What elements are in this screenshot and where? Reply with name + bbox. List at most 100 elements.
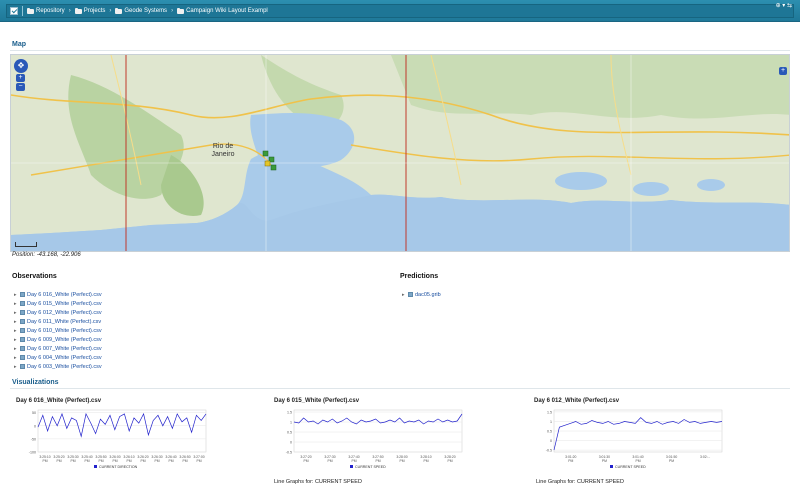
divider [22,6,23,16]
chart-title: Day 6 012_White (Perfect).csv [534,398,620,404]
x-tick-label: PM [399,459,404,463]
file-icon [20,364,25,369]
folder-icon [74,7,82,14]
expand-arrow-icon[interactable]: ▸ [402,292,406,298]
file-icon [20,310,25,315]
divider [10,50,790,51]
folder-icon [115,7,123,14]
list-item[interactable]: ▸ Day 6 004_White (Perfect).csv [14,353,102,362]
y-tick-label: 1.5 [287,411,292,415]
breadcrumb-repository[interactable]: Repository [27,7,65,14]
y-tick-label: 1.5 [547,410,552,414]
folder-icon [177,7,185,14]
x-tick-label: PM [351,459,356,463]
x-tick-label: PM [182,459,187,463]
x-tick-label: PM [70,459,75,463]
chart-current-direction[interactable]: 500-50-1003:25:10PM3:25:20PM3:25:30PM3:2… [22,406,212,478]
chart-panel-1: Day 6 016_White (Perfect).csv [16,398,216,404]
city-label: Rio de Janeiro [211,143,235,158]
y-tick-label: -0.5 [286,451,292,455]
file-icon [20,301,25,306]
breadcrumb: Repository › Projects › Geode Systems › … [6,4,794,18]
y-tick-label: -0.5 [546,449,552,453]
series-line [293,413,463,425]
y-tick-label: 0 [290,441,292,445]
x-tick-label: PM [669,459,674,463]
expand-arrow-icon[interactable]: ▸ [14,364,18,370]
observations-list: ▸ Day 6 016_White (Perfect).csv ▸ Day 6 015… [14,290,102,371]
legend-label: CURRENT DIRECTION [99,465,138,469]
file-link[interactable]: dac05.grib [415,292,441,298]
breadcrumb-geode-systems[interactable]: Geode Systems [115,7,167,14]
position-value: -43.168, -22.906 [36,252,81,258]
chart-panel-3: Day 6 012_White (Perfect).csv [534,398,734,404]
predictions-list: ▸ dac05.grib [402,290,441,299]
file-link[interactable]: Day 6 011_White (Perfect).csv [27,319,101,325]
x-tick-label: PM [635,459,640,463]
x-tick-label: PM [196,459,201,463]
chart-current-speed-012[interactable]: 1.510.50-0.53:01:20PM3:01:30PM3:01:40PM3… [538,406,728,478]
file-link[interactable]: Day 6 007_White (Perfect).csv [27,346,102,352]
expand-arrow-icon[interactable]: ▸ [14,301,18,307]
x-tick-label: PM [168,459,173,463]
list-item[interactable]: ▸ Day 6 010_White (Perfect).csv [14,326,102,335]
toolbar-menu-icons[interactable]: ⊕ ▾ ⇆ [776,2,792,9]
map-view[interactable]: ✥ + − + Rio de Janeiro [10,54,790,252]
plot-frame [37,409,207,453]
expand-arrow-icon[interactable]: ▸ [14,355,18,361]
x-tick-label: PM [56,459,61,463]
expand-arrow-icon[interactable]: ▸ [14,310,18,316]
chart-footer: Line Graphs for: CURRENT SPEED [274,479,362,485]
file-link[interactable]: Day 6 009_White (Perfect).csv [27,337,102,343]
list-item[interactable]: ▸ Day 6 015_White (Perfect).csv [14,299,102,308]
list-item[interactable]: ▸ Day 6 009_White (Perfect).csv [14,335,102,344]
breadcrumb-campaign-wiki[interactable]: Campaign Wiki Layout Exampl [177,7,268,14]
layer-switcher-button[interactable]: + [779,67,787,75]
pan-icon[interactable]: ✥ [14,59,28,73]
breadcrumb-label: Repository [36,8,65,14]
chart-current-speed-015[interactable]: 1.510.50-0.53:27:20PM3:27:30PM3:27:40PM3… [278,406,468,478]
x-tick-label: PM [140,459,145,463]
x-tick-label: PM [568,459,573,463]
zoom-in-button[interactable]: + [16,74,25,82]
series-line [37,412,207,438]
y-tick-label: 1 [550,420,552,424]
x-tick-label: 3:02:... [700,455,710,459]
file-link[interactable]: Day 6 016_White (Perfect).csv [27,292,102,298]
visualizations-title: Visualizations [12,379,59,386]
list-item[interactable]: ▸ Day 6 007_White (Perfect).csv [14,344,102,353]
list-item[interactable]: ▸ Day 6 016_White (Perfect).csv [14,290,102,299]
list-item[interactable]: ▸ Day 6 003_White (Perfect).csv [14,362,102,371]
x-tick-label: PM [447,459,452,463]
x-tick-label: PM [303,459,308,463]
file-icon [20,346,25,351]
expand-arrow-icon[interactable]: ▸ [14,292,18,298]
expand-arrow-icon[interactable]: ▸ [14,337,18,343]
file-link[interactable]: Day 6 012_White (Perfect).csv [27,310,102,316]
legend-swatch [94,465,97,468]
file-icon [408,292,413,297]
file-icon [20,328,25,333]
list-item[interactable]: ▸ Day 6 011_White (Perfect).csv [14,317,102,326]
chevron-right-icon: › [109,8,112,14]
expand-arrow-icon[interactable]: ▸ [14,328,18,334]
file-link[interactable]: Day 6 015_White (Perfect).csv [27,301,102,307]
select-checkbox[interactable] [10,7,18,15]
map-canvas[interactable] [11,55,790,252]
map-section-title: Map [12,41,26,48]
x-tick-label: PM [42,459,47,463]
zoom-out-button[interactable]: − [16,83,25,91]
observations-title: Observations [12,273,57,280]
list-item[interactable]: ▸ Day 6 012_White (Perfect).csv [14,308,102,317]
y-tick-label: 0 [550,439,552,443]
y-tick-label: -100 [29,451,36,455]
file-link[interactable]: Day 6 003_White (Perfect).csv [27,364,102,370]
list-item[interactable]: ▸ dac05.grib [402,290,441,299]
expand-arrow-icon[interactable]: ▸ [14,346,18,352]
plot-frame [293,409,463,453]
x-tick-label: PM [98,459,103,463]
file-link[interactable]: Day 6 010_White (Perfect).csv [27,328,102,334]
breadcrumb-projects[interactable]: Projects [74,7,105,14]
expand-arrow-icon[interactable]: ▸ [14,319,18,325]
file-link[interactable]: Day 6 004_White (Perfect).csv [27,355,102,361]
